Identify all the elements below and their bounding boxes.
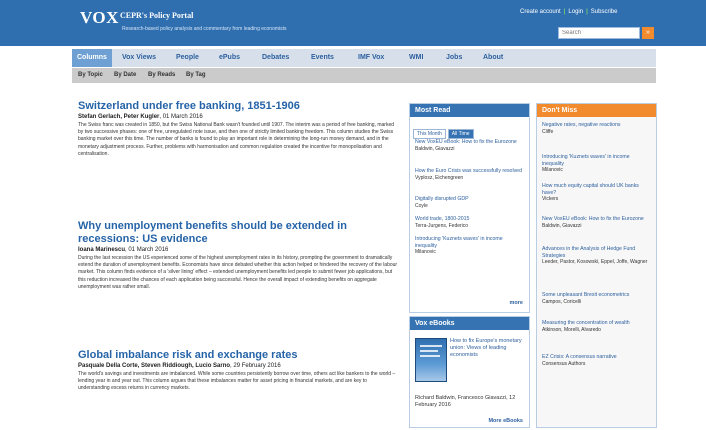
nav-item-epubs[interactable]: ePubs — [219, 49, 240, 67]
most-read-tabs: This Month All Time — [413, 122, 476, 140]
most-read-item[interactable]: Digitally disrupted GDP Coyle — [415, 196, 523, 209]
login-link[interactable]: Login — [568, 9, 583, 15]
subnav-by-date[interactable]: By Date — [114, 68, 136, 83]
most-read-item[interactable]: Introducing 'Kuznets waves' in income in… — [415, 236, 523, 255]
article-byline: Pasquale Della Corte, Steven Riddiough, … — [78, 363, 400, 369]
most-read-heading: Most Read — [410, 104, 529, 117]
nav-item-vox-views[interactable]: Vox Views — [122, 49, 156, 67]
site-tagline: Research-based policy analysis and comme… — [122, 26, 287, 32]
article-authors[interactable]: Pasquale Della Corte, Steven Riddiough, … — [78, 363, 230, 369]
dont-miss-author: Milanovic — [542, 167, 563, 173]
dont-miss-item[interactable]: Introducing 'Kuznets waves' in income in… — [542, 154, 652, 173]
link-separator: | — [586, 9, 588, 15]
nav-item-imf-vox[interactable]: IMF Vox — [358, 49, 384, 67]
nav-item-debates[interactable]: Debates — [262, 49, 289, 67]
dont-miss-author: Baldwin, Giavazzi — [542, 222, 582, 229]
search-input[interactable] — [558, 27, 640, 39]
article-date: , 29 February 2016 — [230, 363, 281, 369]
article-summary: The Swiss franc was created in 1850, but… — [78, 122, 395, 157]
dont-miss-title[interactable]: How much equity capital should UK banks … — [542, 183, 652, 196]
subscribe-link[interactable]: Subscribe — [591, 9, 618, 15]
ebook-cover-image[interactable] — [415, 338, 447, 382]
cover-text-line — [420, 355, 440, 357]
portal-name: CEPR's Policy Portal — [120, 11, 194, 20]
subnav-by-tag[interactable]: By Tag — [186, 68, 206, 83]
article-item: Switzerland under free banking, 1851-190… — [78, 100, 400, 158]
nav-item-wmi[interactable]: WMI — [409, 49, 423, 67]
dont-miss-title[interactable]: Introducing 'Kuznets waves' in income in… — [542, 154, 652, 167]
most-read-author: Milanovic — [415, 249, 436, 255]
article-item: Why unemployment benefits should be exte… — [78, 220, 400, 291]
more-link[interactable]: more — [510, 300, 523, 306]
article-title[interactable]: Why unemployment benefits should be exte… — [78, 220, 400, 246]
vox-ebooks-panel: Vox eBooks How to fix Europe's monetary … — [409, 316, 530, 428]
dont-miss-item[interactable]: Measuring the concentration of wealth At… — [542, 320, 652, 333]
most-read-title[interactable]: How the Euro Crisis was successfully res… — [415, 168, 523, 175]
tab-this-month[interactable]: This Month — [413, 129, 446, 139]
most-read-panel: Most Read This Month All Time New VoxEU e… — [409, 103, 530, 313]
most-read-author: Vyplosz, Eichengreen — [415, 174, 464, 181]
search-button[interactable]: » — [642, 27, 654, 39]
dont-miss-panel: Don't Miss Negative rates, negative reac… — [536, 103, 657, 428]
article-date: , 01 March 2016 — [159, 114, 203, 120]
article-summary: During the last recession the US experie… — [78, 255, 398, 290]
most-read-title[interactable]: Introducing 'Kuznets waves' in income in… — [415, 236, 523, 249]
dont-miss-author: Cliffe — [542, 128, 554, 135]
dont-miss-author: Atkinson, Morelli, Alvaredo — [542, 326, 601, 333]
article-authors[interactable]: Ioana Marinescu — [78, 247, 125, 253]
most-read-author: Baldwin, Giavazzi — [415, 145, 455, 152]
nav-item-people[interactable]: People — [176, 49, 199, 67]
article-item: Global imbalance risk and exchange rates… — [78, 349, 400, 393]
dont-miss-title[interactable]: New VoxEU eBook: How to fix the Eurozone — [542, 216, 652, 223]
most-read-item[interactable]: New VoxEU eBook: How to fix the Eurozone… — [415, 139, 523, 152]
vox-logo[interactable]: VOX — [80, 8, 119, 28]
most-read-title[interactable]: New VoxEU eBook: How to fix the Eurozone — [415, 139, 523, 146]
subnav-by-topic[interactable]: By Topic — [78, 68, 103, 83]
create-account-link[interactable]: Create account — [520, 9, 561, 15]
dont-miss-author: Leeder, Pastor, Kosowski, Eppel, Joffe, … — [542, 259, 648, 265]
dont-miss-heading: Don't Miss — [537, 104, 656, 117]
subnav-by-reads[interactable]: By Reads — [148, 68, 175, 83]
nav-item-about[interactable]: About — [483, 49, 503, 67]
dont-miss-author: Campos, Coricelli — [542, 298, 582, 305]
dont-miss-item[interactable]: New VoxEU eBook: How to fix the Eurozone… — [542, 216, 652, 229]
dont-miss-item[interactable]: Negative rates, negative reactions Cliff… — [542, 122, 652, 135]
ebook-author: Richard Baldwin, Francesco Giavazzi, 12 … — [415, 395, 516, 408]
vox-ebooks-heading: Vox eBooks — [410, 317, 529, 330]
article-title[interactable]: Switzerland under free banking, 1851-190… — [78, 100, 400, 113]
dont-miss-author: Consensus Authors — [542, 360, 586, 367]
article-byline: Ioana Marinescu, 01 March 2016 — [78, 247, 400, 253]
sub-nav: By Topic By Date By Reads By Tag — [72, 68, 656, 83]
link-separator: | — [563, 9, 566, 15]
cover-text-line — [420, 345, 442, 347]
article-date: , 01 March 2016 — [125, 247, 169, 253]
cover-text-line — [420, 350, 438, 352]
nav-item-jobs[interactable]: Jobs — [446, 49, 462, 67]
dont-miss-item[interactable]: Advances in the Analysis of Hedge Fund S… — [542, 246, 652, 265]
most-read-item[interactable]: How the Euro Crisis was successfully res… — [415, 168, 523, 181]
dont-miss-title[interactable]: Advances in the Analysis of Hedge Fund S… — [542, 246, 652, 259]
tab-all-time[interactable]: All Time — [447, 129, 474, 139]
nav-item-events[interactable]: Events — [311, 49, 334, 67]
dont-miss-author: Vickers — [542, 196, 559, 202]
most-read-author: Coyle — [415, 202, 428, 209]
nav-item-columns[interactable]: Columns — [72, 49, 112, 67]
more-ebooks-link[interactable]: More eBooks — [488, 418, 523, 424]
page: VOX CEPR's Policy Portal Research-based … — [0, 0, 706, 430]
account-links: Create account | Login | Subscribe — [520, 9, 617, 15]
article-summary: The world's savings and investments are … — [78, 371, 396, 392]
most-read-item[interactable]: World trade, 1800-2015 Terra-Jurgens, Fe… — [415, 216, 523, 229]
ebook-title[interactable]: How to fix Europe's monetary union: View… — [450, 338, 526, 358]
article-title[interactable]: Global imbalance risk and exchange rates — [78, 349, 400, 362]
dont-miss-item[interactable]: How much equity capital should UK banks … — [542, 183, 652, 202]
dont-miss-item[interactable]: EZ Crisis: A consensus narrative Consens… — [542, 354, 652, 367]
site-header: VOX CEPR's Policy Portal Research-based … — [0, 0, 706, 46]
article-byline: Stefan Gerlach, Peter Kugler, 01 March 2… — [78, 114, 400, 120]
most-read-author: Terra-Jurgens, Federico — [415, 222, 469, 229]
article-authors[interactable]: Stefan Gerlach, Peter Kugler — [78, 114, 159, 120]
main-nav: Columns Vox Views People ePubs Debates E… — [72, 49, 656, 67]
dont-miss-item[interactable]: Some unpleasant Brexit econometrics Camp… — [542, 292, 652, 305]
